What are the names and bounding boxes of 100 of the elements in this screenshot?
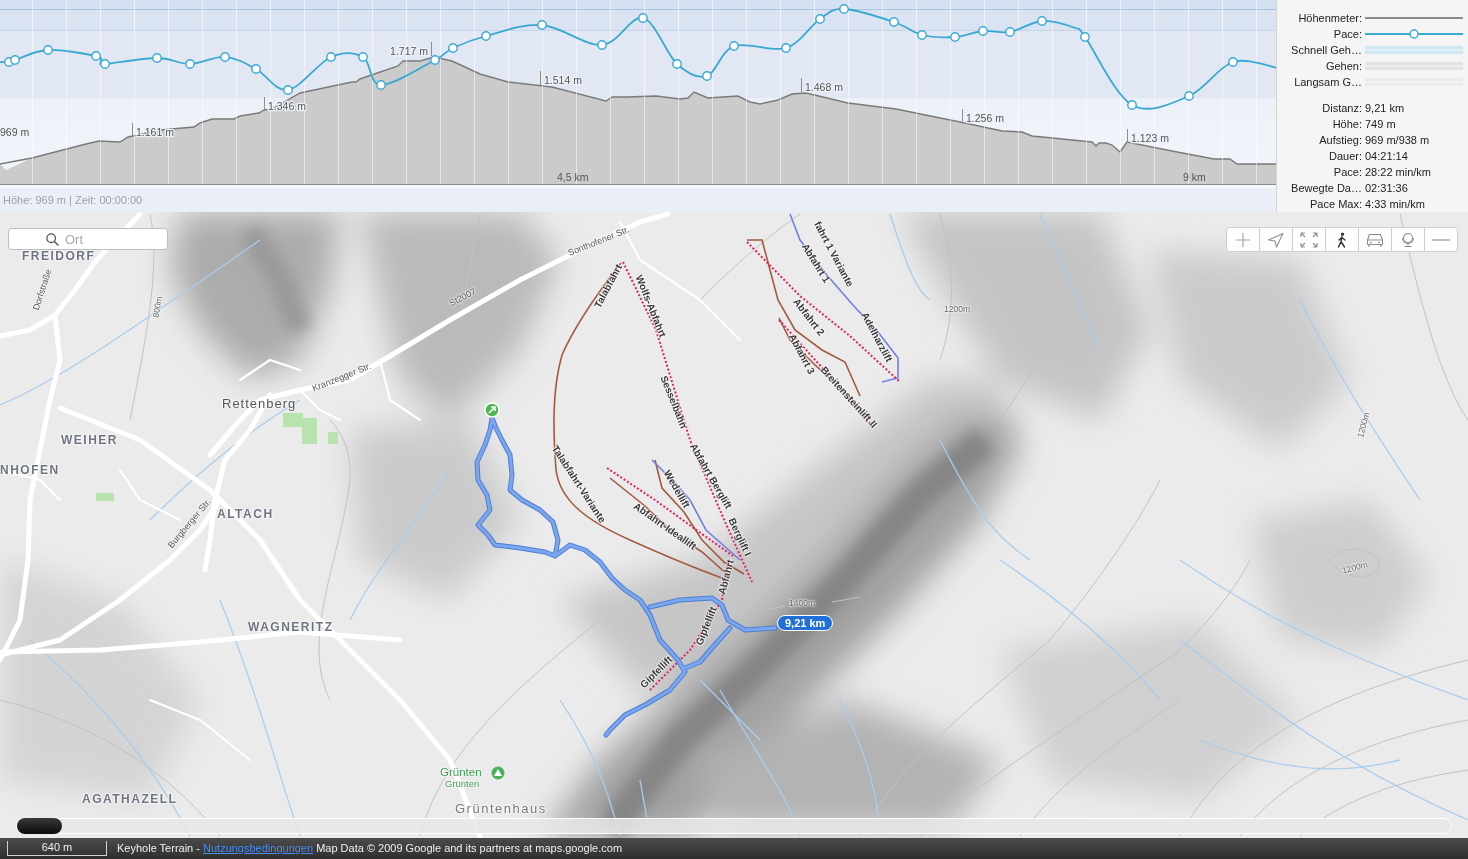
zoom-in-button[interactable] xyxy=(1226,227,1260,252)
plus-icon xyxy=(1233,231,1253,248)
map-attribution-text: Keyhole Terrain - Nutzungsbedingungen Map Data © 2009 Google and its partners at maps.google.com xyxy=(117,841,623,857)
pace-point xyxy=(481,31,491,41)
legend-label: Pace: xyxy=(1333,27,1362,42)
peak-marker-icon xyxy=(491,766,505,780)
chart-status-text: Höhe: 969 m | Zeit: 00:00:00 xyxy=(2,193,143,208)
pace-point xyxy=(43,45,53,55)
stat-value: 969 m/938 m xyxy=(1365,133,1430,148)
ski-run-label: Abfahrt xyxy=(716,558,736,596)
globe-view-button[interactable] xyxy=(1391,227,1425,252)
contour-elevation-label: 1200m xyxy=(944,305,970,315)
elevation-label: 1.717 m xyxy=(390,45,428,57)
place-name-label: ALTACH xyxy=(217,508,274,522)
elevation-tick xyxy=(801,77,802,93)
place-name-label: WEIHER xyxy=(61,434,118,448)
contour-elevation-label: 1200m xyxy=(1356,411,1372,439)
place-name-label: AGATHAZELL xyxy=(82,793,178,807)
navigation-arrow-icon xyxy=(1266,231,1286,248)
stat-value: 4:33 min/km xyxy=(1365,197,1425,212)
car-icon xyxy=(1365,231,1385,248)
place-name-label: NHOFEN xyxy=(0,464,60,478)
pace-point xyxy=(358,52,368,62)
pace-point xyxy=(1228,57,1238,67)
pace-point xyxy=(251,64,261,74)
pace-point xyxy=(638,13,648,23)
pace-point xyxy=(1037,16,1047,26)
place-name-label: WAGNERITZ xyxy=(248,621,334,635)
walking-mode-button[interactable] xyxy=(1325,227,1359,252)
pace-point xyxy=(729,41,739,51)
distance-axis-label: 9 km xyxy=(1183,171,1206,183)
pace-point xyxy=(1005,27,1015,37)
distance-axis-label: 4,5 km xyxy=(557,171,589,183)
place-name-label: FREIDORF xyxy=(22,250,96,264)
legend-label: Langsam G… xyxy=(1294,75,1362,90)
peak-name-label: Grünten xyxy=(440,765,482,779)
stat-value: 04:21:14 xyxy=(1365,149,1408,164)
pace-point xyxy=(152,53,162,63)
locate-button[interactable] xyxy=(1259,227,1293,252)
pace-point xyxy=(815,14,825,24)
terms-link[interactable]: Nutzungsbedingungen xyxy=(203,842,314,855)
elevation-tick xyxy=(962,108,963,124)
pace-point xyxy=(10,55,20,65)
elevation-tick xyxy=(132,122,133,138)
elevation-tick xyxy=(264,96,265,112)
pace-point xyxy=(839,4,849,14)
elevation-label: 969 m xyxy=(0,126,30,138)
stat-label: Pace: xyxy=(1333,165,1362,180)
scale-bar: 640 m xyxy=(7,841,107,856)
legend-label: Höhenmeter: xyxy=(1298,11,1362,26)
pace-point xyxy=(376,80,386,90)
pace-point xyxy=(597,40,607,50)
route-distance-label: 9,21 km xyxy=(777,615,834,631)
elevation-label: 1.468 m xyxy=(805,81,843,93)
pace-point xyxy=(917,30,927,40)
pace-point xyxy=(781,43,791,53)
pace-point xyxy=(978,26,988,36)
pace-point xyxy=(430,55,440,65)
timeline-thumb[interactable] xyxy=(17,818,62,834)
zoom-out-button[interactable] xyxy=(1424,227,1458,252)
pace-point xyxy=(91,51,101,61)
pace-point xyxy=(100,59,110,69)
pace-point xyxy=(702,71,712,81)
minus-icon xyxy=(1431,238,1451,241)
stat-label: Dauer: xyxy=(1328,149,1362,164)
elevation-tick xyxy=(1127,128,1128,144)
peak-name-label: Grünten xyxy=(445,778,480,790)
pace-point xyxy=(220,52,230,62)
place-name-label: Rettenberg xyxy=(222,396,297,412)
elevation-tick xyxy=(431,41,432,57)
expand-icon xyxy=(1299,231,1319,248)
pace-point xyxy=(1184,91,1194,101)
pace-point xyxy=(1127,100,1137,110)
pace-point xyxy=(537,20,547,30)
start-marker-icon xyxy=(484,402,500,418)
pace-point xyxy=(448,43,458,53)
stat-label: Pace Max: xyxy=(1310,197,1362,212)
stat-label: Bewegte Da… xyxy=(1291,181,1362,196)
contour-elevation-label: 1200m xyxy=(1341,560,1369,576)
stat-label: Höhe: xyxy=(1332,117,1362,132)
timeline-slider[interactable] xyxy=(16,818,1452,834)
pace-point xyxy=(1080,32,1090,42)
elevation-label: 1.123 m xyxy=(1131,132,1169,144)
legend-label: Schnell Geh… xyxy=(1291,43,1362,58)
pace-point xyxy=(185,59,195,69)
stat-value: 9,21 km xyxy=(1365,101,1405,116)
pace-point xyxy=(672,59,682,69)
stat-value: 28:22 min/km xyxy=(1365,165,1432,180)
pace-point xyxy=(326,52,336,62)
stat-value: 02:31:36 xyxy=(1365,181,1408,196)
pace-point xyxy=(283,85,293,95)
pace-point xyxy=(889,17,899,27)
elevation-tick xyxy=(540,70,541,86)
stat-label: Distanz: xyxy=(1322,101,1362,116)
stat-value: 749 m xyxy=(1365,117,1396,132)
pace-point xyxy=(950,32,960,42)
stat-label: Aufstieg: xyxy=(1319,133,1362,148)
search-field[interactable]: Ort xyxy=(8,228,168,250)
search-icon xyxy=(46,233,59,246)
contour-elevation-label: 1400m xyxy=(789,599,815,609)
